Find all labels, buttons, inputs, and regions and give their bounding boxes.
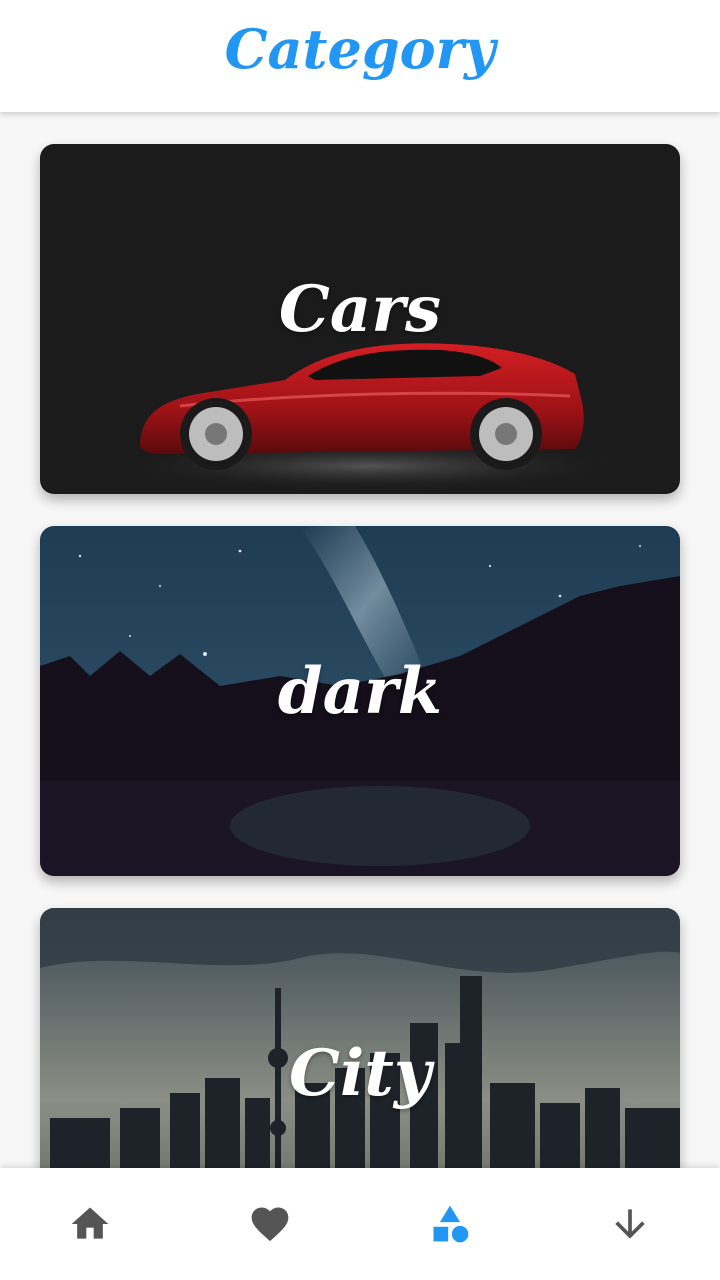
category-card-city[interactable]: City — [40, 908, 680, 1168]
category-card-dark[interactable]: dark — [40, 526, 680, 876]
category-shapes-icon — [433, 1205, 469, 1243]
app-bar: Category — [0, 0, 720, 112]
category-list[interactable]: Cars dark City — [0, 112, 720, 1168]
heart-icon — [251, 1207, 289, 1242]
home-icon — [71, 1207, 109, 1239]
category-label-cars: Cars — [278, 272, 442, 347]
category-label-city: City — [289, 1036, 431, 1111]
nav-category[interactable] — [390, 1184, 510, 1264]
bottom-nav — [0, 1168, 720, 1280]
category-card-cars[interactable]: Cars — [40, 144, 680, 494]
category-label-dark: dark — [277, 654, 443, 729]
page-title: Category — [224, 17, 496, 81]
nav-favorites[interactable] — [210, 1184, 330, 1264]
nav-downloads[interactable] — [570, 1184, 690, 1264]
arrow-down-icon — [615, 1209, 645, 1239]
nav-home[interactable] — [30, 1184, 150, 1264]
